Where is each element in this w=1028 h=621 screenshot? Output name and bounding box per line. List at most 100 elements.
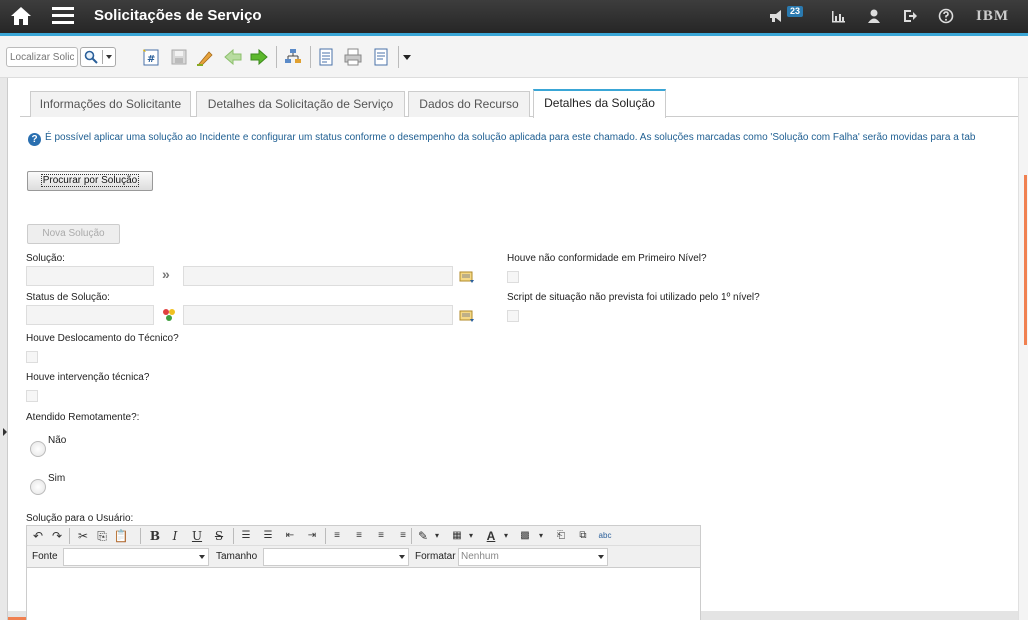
- first-level-nonconformity-checkbox[interactable]: [507, 271, 519, 283]
- align-right-icon[interactable]: ≡: [373, 528, 389, 544]
- ibm-logo: IBM: [976, 8, 1009, 24]
- workflow-icon[interactable]: [283, 47, 303, 67]
- format-label: Formatar: [415, 551, 456, 562]
- script-used-label: Script de situação não prevista foi util…: [507, 292, 760, 303]
- chevron-down-icon[interactable]: ▾: [498, 528, 514, 544]
- previous-arrow-icon[interactable]: [223, 47, 243, 67]
- notification-badge: 23: [787, 6, 804, 17]
- copy-icon[interactable]: ⎘: [94, 528, 110, 544]
- paste-icon[interactable]: 📋: [113, 528, 129, 544]
- remote-no-radio[interactable]: [30, 441, 46, 457]
- new-solution-button[interactable]: Nova Solução: [27, 224, 120, 244]
- tab-resource-data[interactable]: Dados do Recurso: [408, 91, 530, 117]
- top-bar: Solicitações de Serviço 23 IBM: [0, 0, 1028, 33]
- search-input[interactable]: [6, 47, 78, 67]
- tab-requester-info[interactable]: Informações do Solicitante: [30, 91, 191, 117]
- chevron-down-icon: [199, 555, 205, 559]
- search-solution-button[interactable]: Procurar por Solução: [27, 171, 153, 191]
- left-panel-collapse-strip[interactable]: [0, 78, 8, 620]
- user-icon[interactable]: [866, 8, 882, 24]
- technician-travel-label: Houve Deslocamento do Técnico?: [26, 333, 179, 344]
- chevron-down-icon[interactable]: ▾: [463, 528, 479, 544]
- chevron-down-icon[interactable]: ▾: [429, 528, 445, 544]
- solution-status-description-field[interactable]: [183, 305, 453, 325]
- solution-description-field[interactable]: [183, 266, 453, 286]
- rich-text-editor: ↶ ↷ ✂ ⎘ 📋 B I U S ☰ ☰ ⇤ ⇥ ≡ ≡ ≡ ≡ ✎ ▾ ▦ …: [26, 525, 701, 621]
- font-color-icon[interactable]: A: [483, 528, 499, 544]
- clear-changes-icon[interactable]: [195, 47, 215, 67]
- chevron-down-icon[interactable]: ▾: [533, 528, 549, 544]
- vertical-scrollbar-thumb[interactable]: [1024, 175, 1027, 345]
- search-solution-button-label: Procurar por Solução: [40, 174, 140, 187]
- print-icon[interactable]: [343, 47, 363, 67]
- expand-arrow-icon: [3, 428, 7, 436]
- font-label: Fonte: [32, 551, 58, 562]
- technical-intervention-label: Houve intervenção técnica?: [26, 372, 150, 383]
- remote-yes-radio[interactable]: [30, 479, 46, 495]
- format-select-value: Nenhum: [461, 551, 499, 562]
- remote-no-label: Não: [48, 435, 67, 446]
- solution-code-field[interactable]: [26, 266, 154, 286]
- tab-solution-details[interactable]: Detalhes da Solução: [533, 89, 666, 118]
- save-icon[interactable]: [169, 47, 189, 67]
- chevron-down-icon: [399, 555, 405, 559]
- user-solution-label: Solução para o Usuário:: [26, 513, 134, 524]
- redo-icon[interactable]: ↷: [49, 528, 65, 544]
- strikethrough-icon[interactable]: S: [211, 528, 227, 544]
- home-icon[interactable]: [10, 6, 32, 26]
- page-title: Solicitações de Serviço: [94, 7, 262, 24]
- lookup-icon[interactable]: [459, 307, 475, 323]
- align-center-icon[interactable]: ≡: [351, 528, 367, 544]
- underline-icon[interactable]: U: [189, 528, 205, 544]
- outdent-icon[interactable]: ⇤: [282, 528, 298, 544]
- script-used-checkbox[interactable]: [507, 310, 519, 322]
- chevron-down-icon: [106, 55, 112, 59]
- technical-intervention-checkbox[interactable]: [26, 390, 38, 402]
- editor-content-area[interactable]: [27, 568, 700, 621]
- new-record-icon[interactable]: #: [141, 47, 161, 67]
- font-select[interactable]: [63, 548, 209, 566]
- insert-link-icon[interactable]: ⎗: [553, 528, 569, 544]
- solution-status-label: Status de Solução:: [26, 292, 110, 303]
- report-icon[interactable]: [316, 47, 336, 67]
- size-label: Tamanho: [216, 551, 258, 562]
- spellcheck-icon[interactable]: abc: [597, 528, 613, 544]
- double-chevron-right-icon[interactable]: »: [162, 266, 170, 282]
- size-select[interactable]: [263, 548, 409, 566]
- lookup-icon[interactable]: [459, 268, 475, 284]
- megaphone-icon[interactable]: [768, 8, 784, 24]
- more-actions-chevron-icon[interactable]: [403, 55, 411, 60]
- document-icon[interactable]: [371, 47, 391, 67]
- first-level-nonconformity-label: Houve não conformidade em Primeiro Nível…: [507, 253, 707, 264]
- paste-word-icon[interactable]: ⧉: [575, 528, 591, 544]
- cut-icon[interactable]: ✂: [75, 528, 91, 544]
- undo-icon[interactable]: ↶: [30, 528, 46, 544]
- numbered-list-icon[interactable]: ☰: [238, 528, 254, 544]
- info-message-text: É possível aplicar uma solução ao Incide…: [45, 132, 976, 143]
- menu-icon[interactable]: [52, 7, 74, 25]
- logout-icon[interactable]: [902, 8, 918, 24]
- search-button[interactable]: [80, 47, 116, 67]
- format-select[interactable]: Nenhum: [458, 548, 608, 566]
- chart-icon[interactable]: [830, 8, 846, 24]
- indent-icon[interactable]: ⇥: [304, 528, 320, 544]
- bullet-list-icon[interactable]: ☰: [260, 528, 276, 544]
- remote-attended-label: Atendido Remotamente?:: [26, 412, 140, 423]
- next-arrow-icon[interactable]: [249, 47, 269, 67]
- svg-text:#: #: [147, 54, 155, 65]
- justify-icon[interactable]: ≡: [395, 528, 411, 544]
- help-icon[interactable]: [938, 8, 954, 24]
- status-colors-icon[interactable]: [161, 307, 177, 323]
- italic-icon[interactable]: I: [167, 528, 183, 544]
- technician-travel-checkbox[interactable]: [26, 351, 38, 363]
- solution-status-code-field[interactable]: [26, 305, 154, 325]
- align-left-icon[interactable]: ≡: [329, 528, 345, 544]
- toolbar: #: [0, 36, 1028, 78]
- tab-bar: Informações do Solicitante Detalhes da S…: [20, 89, 1018, 118]
- help-icon: ?: [28, 133, 41, 146]
- bold-icon[interactable]: B: [147, 528, 163, 544]
- vertical-scrollbar[interactable]: [1018, 78, 1028, 620]
- info-message: ? É possível aplicar uma solução ao Incid…: [28, 130, 1018, 146]
- tab-request-details[interactable]: Detalhes da Solicitação de Serviço: [196, 91, 405, 117]
- background-color-icon[interactable]: ▩: [517, 528, 533, 544]
